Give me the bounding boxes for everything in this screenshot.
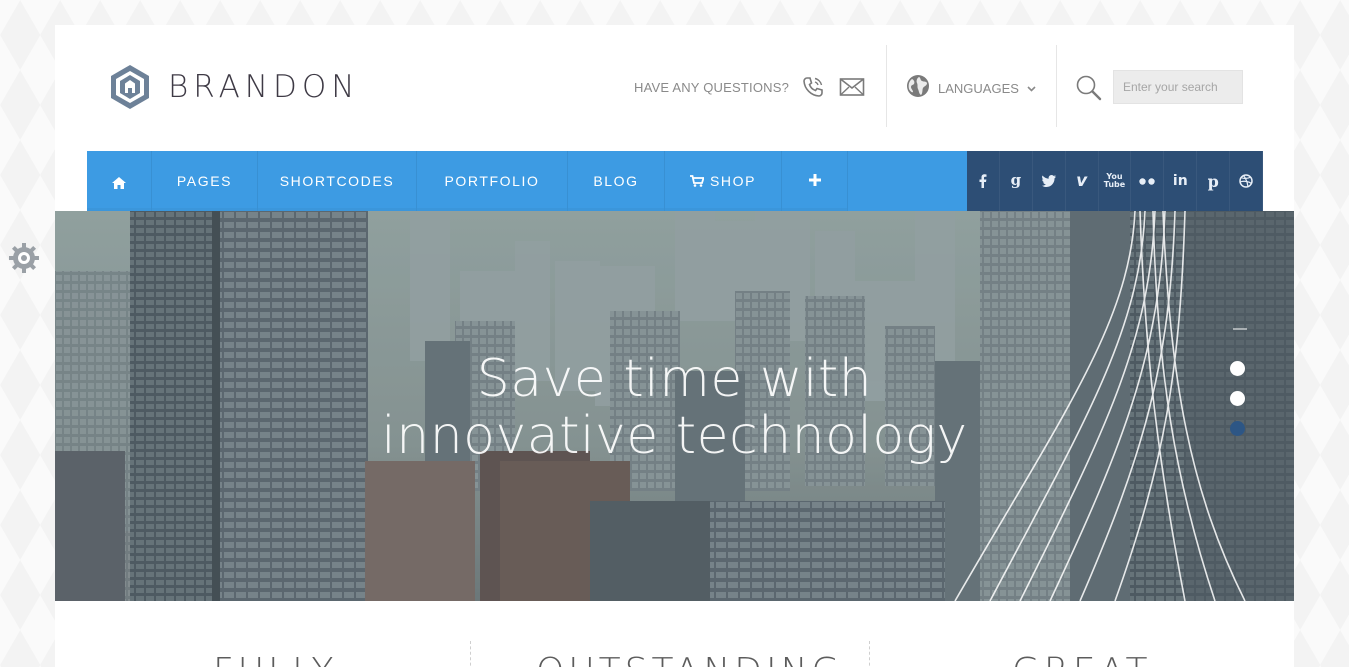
- contact-area: HAVE ANY QUESTIONS?: [634, 75, 865, 99]
- twitter-icon[interactable]: [1033, 151, 1066, 211]
- google-icon[interactable]: g: [1000, 151, 1033, 211]
- nav-label: SHOP: [709, 173, 757, 189]
- social-links: g v You Tube in p: [967, 151, 1264, 211]
- chevron-down-icon: [1027, 85, 1036, 92]
- brand-name: BRANDON: [168, 69, 360, 105]
- cart-icon: [689, 175, 704, 187]
- pinterest-icon[interactable]: p: [1197, 151, 1231, 211]
- nav-more[interactable]: [782, 151, 848, 211]
- feature-title-3: GREAT: [1012, 651, 1151, 667]
- globe-icon: [906, 74, 930, 103]
- slider-pagination: [1230, 361, 1245, 451]
- header-divider: [1056, 45, 1057, 127]
- slide-dot-1[interactable]: [1230, 361, 1245, 376]
- nav-blog[interactable]: BLOG: [568, 151, 665, 211]
- nav-label: PAGES: [176, 173, 233, 189]
- mail-icon[interactable]: [839, 77, 865, 97]
- nav-label: SHORTCODES: [279, 173, 395, 189]
- settings-gear-icon[interactable]: [7, 241, 41, 280]
- slide-dot-2[interactable]: [1230, 391, 1245, 406]
- youtube-icon[interactable]: You Tube: [1099, 151, 1132, 211]
- feature-divider: [869, 641, 870, 667]
- nav-shortcodes[interactable]: SHORTCODES: [258, 151, 417, 211]
- languages-dropdown[interactable]: LANGUAGES: [906, 74, 1036, 103]
- brand-logo-icon: [111, 65, 149, 109]
- main-navigation: PAGES SHORTCODES PORTFOLIO BLOG SHOP g v…: [87, 151, 1264, 211]
- slide-dot-3-active[interactable]: [1230, 421, 1245, 436]
- search-icon[interactable]: [1075, 74, 1103, 107]
- feature-title-2: OUTSTANDING: [536, 651, 843, 667]
- hero-title-line-1: Save time with: [476, 349, 873, 409]
- flickr-icon[interactable]: [1131, 151, 1165, 211]
- contact-label: HAVE ANY QUESTIONS?: [634, 79, 790, 95]
- page-container: BRANDON HAVE ANY QUESTIONS? LANGUAGES En…: [55, 25, 1294, 667]
- hero-slider: Save time with innovative technology: [55, 211, 1294, 601]
- vimeo-icon[interactable]: v: [1066, 151, 1099, 211]
- feature-title-1: FULLY: [213, 651, 337, 667]
- dribbble-icon[interactable]: [1230, 151, 1264, 211]
- phone-icon[interactable]: [801, 75, 825, 99]
- nav-shop[interactable]: SHOP: [665, 151, 782, 211]
- nav-pages[interactable]: PAGES: [152, 151, 258, 211]
- header-divider: [886, 45, 887, 127]
- plus-icon: [808, 173, 821, 189]
- search-input[interactable]: [1113, 70, 1243, 104]
- languages-label: LANGUAGES: [938, 81, 1019, 96]
- home-icon: [112, 171, 126, 192]
- nav-home[interactable]: [87, 151, 152, 211]
- logo[interactable]: BRANDON: [106, 63, 359, 111]
- nav-label: PORTFOLIO: [444, 173, 540, 189]
- nav-label: BLOG: [593, 173, 639, 189]
- nav-portfolio[interactable]: PORTFOLIO: [417, 151, 568, 211]
- linkedin-icon[interactable]: in: [1164, 151, 1198, 211]
- features-row: FULLY OUTSTANDING GREAT: [55, 601, 1294, 667]
- facebook-icon[interactable]: [967, 151, 1000, 211]
- feature-divider: [470, 641, 471, 667]
- hero-title-line-2: innovative technology: [381, 406, 968, 466]
